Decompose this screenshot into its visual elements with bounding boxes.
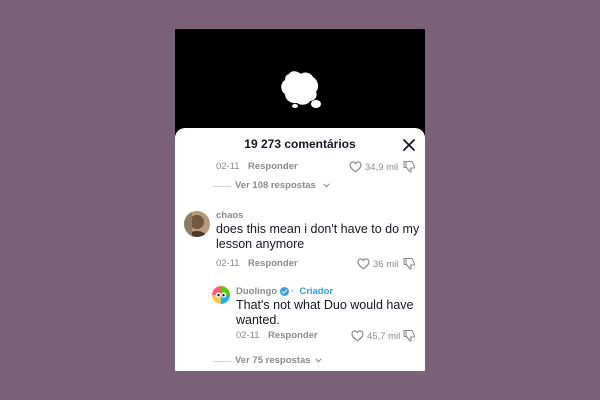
like-count: 45,7 mil	[367, 330, 401, 342]
like-button[interactable]: 45,7 mil	[351, 328, 400, 344]
view-replies-label: Ver 108 respostas	[235, 180, 316, 191]
verified-check-icon	[280, 287, 290, 296]
like-count: 34,9 mil	[365, 161, 399, 173]
like-count: 36 mil	[373, 258, 399, 270]
close-icon[interactable]	[402, 138, 416, 152]
comment-username[interactable]: chaos	[216, 210, 243, 221]
comments-count-title: 19 273 comentários	[244, 137, 356, 151]
reply-text: That's not what Duo would have wanted.	[236, 298, 414, 327]
duo-owl-silhouette-icon	[281, 71, 321, 108]
comment-date: 02-11	[216, 258, 240, 269]
heart-outline-icon	[349, 161, 362, 173]
comments-sheet: 19 273 comentários 02-11 Responder 34,9 …	[175, 128, 425, 371]
comment-meta-row: 02-11 Responder 36 mil	[216, 256, 416, 272]
reply-username-row: Duolingo · Criador	[236, 286, 333, 297]
video-panel: 19 273 comentários 02-11 Responder 34,9 …	[175, 29, 425, 371]
comment-meta-row: 02-11 Responder 34,9 mil	[216, 159, 416, 175]
dislike-thumb-icon[interactable]	[403, 329, 416, 342]
like-button[interactable]: 36 mil	[357, 256, 398, 272]
reply-button[interactable]: Responder	[268, 330, 318, 341]
dislike-thumb-icon[interactable]	[403, 257, 416, 270]
heart-outline-icon	[351, 330, 364, 342]
comments-header: 19 273 comentários	[175, 128, 425, 160]
chevron-down-icon	[323, 183, 330, 188]
view-replies-label: Ver 75 respostas	[235, 355, 311, 366]
separator-dot: ·	[291, 286, 295, 297]
reply-button[interactable]: Responder	[248, 258, 298, 269]
avatar[interactable]	[184, 211, 210, 237]
creator-badge: Criador	[299, 286, 334, 297]
chevron-down-icon	[315, 358, 322, 363]
comment-text: does this mean i don't have to do my les…	[216, 222, 420, 251]
reply-meta-row: 02-11 Responder 45,7 mil	[236, 328, 416, 344]
reply-date: 02-11	[236, 330, 260, 341]
replies-divider	[213, 361, 231, 362]
reply-username[interactable]: Duolingo	[236, 286, 277, 297]
heart-outline-icon	[357, 258, 370, 270]
avatar[interactable]	[212, 286, 230, 304]
dislike-thumb-icon[interactable]	[403, 160, 416, 173]
view-replies-button[interactable]: Ver 75 respostas	[213, 354, 343, 368]
like-button[interactable]: 34,9 mil	[349, 159, 398, 175]
view-replies-button[interactable]: Ver 108 respostas	[213, 179, 343, 193]
replies-divider	[213, 186, 231, 187]
reply-button[interactable]: Responder	[248, 161, 298, 172]
comment-date: 02-11	[216, 161, 240, 172]
